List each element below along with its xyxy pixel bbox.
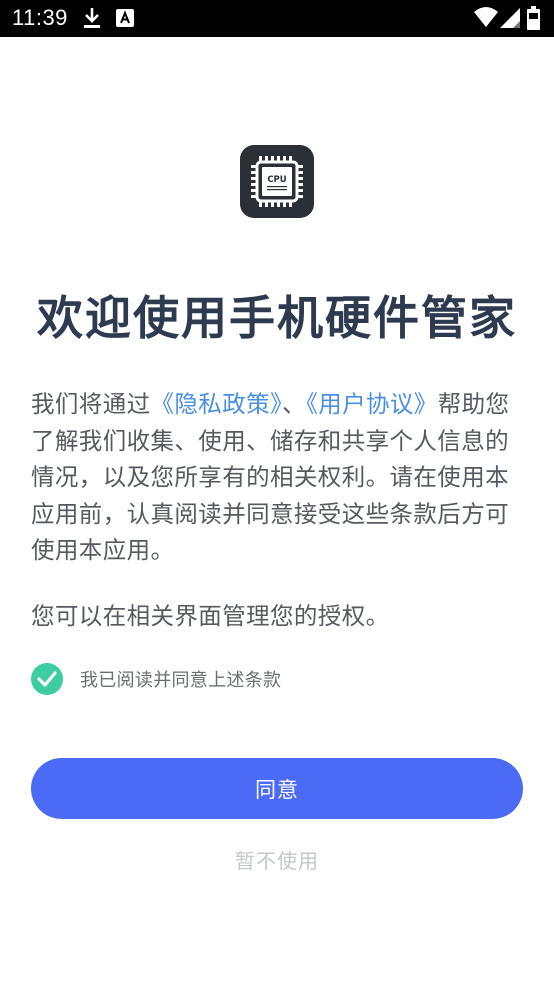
decline-button[interactable]: 暂不使用 (0, 845, 554, 874)
status-time: 11:39 (12, 5, 68, 30)
consent-label: 我已阅读并同意上述条款 (80, 670, 282, 691)
consent-row[interactable]: 我已阅读并同意上述条款 (31, 663, 281, 695)
cpu-chip-icon: CPU (251, 156, 303, 207)
status-bar: 11:39 (0, 0, 554, 37)
signal-icon (500, 8, 520, 32)
user-agreement-link[interactable]: 《用户协议》 (306, 390, 438, 418)
wifi-icon (474, 6, 498, 32)
app-logo: CPU (240, 145, 314, 218)
agree-button[interactable]: 同意 (31, 758, 523, 819)
manage-permissions-text: 您可以在相关界面管理您的授权。 (31, 602, 390, 630)
page-title: 欢迎使用手机硬件管家 (37, 291, 517, 345)
chip-text: CPU (267, 175, 286, 185)
intro-text: 我们将通过《隐私政策》、《用户协议》帮助您了解我们收集、使用、储存和共享个人信息… (31, 386, 525, 569)
checkmark-icon (37, 671, 57, 687)
battery-icon (527, 6, 540, 34)
intro-prefix: 我们将通过 (31, 390, 151, 418)
download-icon (82, 7, 102, 33)
intro-separator: 、 (282, 390, 307, 418)
consent-checkbox[interactable] (31, 663, 63, 695)
font-a-icon (116, 9, 134, 31)
privacy-policy-link[interactable]: 《隐私政策》 (151, 390, 283, 418)
